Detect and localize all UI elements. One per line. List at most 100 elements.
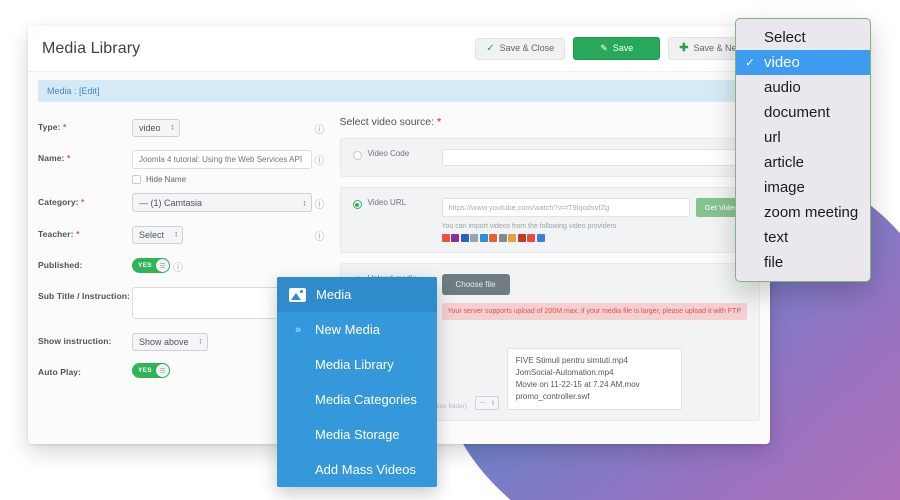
help-icon-name[interactable]: ⓘ: [312, 149, 328, 167]
menu-item-label: New Media: [315, 322, 381, 337]
provider-icon-youtube: [441, 234, 450, 242]
type-select-wrap: video: [132, 118, 180, 137]
dropdown-option-select[interactable]: Select: [736, 25, 870, 50]
form-row-name: Name: * Hide Name ⓘ: [38, 149, 328, 184]
pencil-square-icon: ✎: [600, 43, 608, 53]
category-label: Category: *: [38, 197, 85, 207]
menu-item-label: Media Categories: [315, 392, 417, 407]
required-mark: *: [76, 229, 80, 239]
dropdown-option-file[interactable]: file: [736, 250, 870, 275]
dropdown-option-audio[interactable]: audio: [736, 75, 870, 100]
menu-item-media-storage[interactable]: Media Storage: [277, 417, 437, 452]
show-instruction-label: Show instruction:: [38, 336, 112, 346]
menu-item-add-mass-videos[interactable]: Add Mass Videos: [277, 452, 437, 487]
video-url-input[interactable]: [441, 198, 690, 217]
dropdown-option-url[interactable]: url: [736, 125, 870, 150]
hide-name-label: Hide Name: [146, 175, 187, 184]
dropdown-option-zoom-meeting[interactable]: zoom meeting: [736, 200, 870, 225]
dropdown-option-document[interactable]: document: [736, 100, 870, 125]
required-mark: *: [63, 122, 67, 132]
help-icon-type[interactable]: ⓘ: [312, 118, 328, 136]
toggle-knob: [156, 364, 169, 377]
name-label: Name: *: [38, 153, 71, 163]
dropdown-option-image[interactable]: image: [736, 175, 870, 200]
help-icon-category[interactable]: ⓘ: [312, 193, 328, 211]
name-input[interactable]: [132, 150, 312, 169]
published-toggle[interactable]: YES: [132, 257, 170, 273]
check-icon: ✓: [486, 42, 495, 54]
hide-name-checkbox-row[interactable]: Hide Name: [132, 175, 312, 184]
media-flyout-menu: Media New Media Media Library Media Cate…: [277, 277, 437, 487]
type-select-dropdown: Select video audio document url article …: [735, 18, 871, 282]
list-item[interactable]: Movie on 11-22-15 at 7.24 AM.mov: [516, 379, 673, 391]
provider-icon-10: [527, 234, 535, 242]
auto-play-toggle-text: YES: [138, 367, 152, 374]
provider-icon-2: [451, 234, 459, 242]
teacher-label: Teacher: *: [38, 229, 80, 239]
published-toggle-text: YES: [138, 261, 152, 269]
provider-icon-7: [498, 234, 507, 242]
providers-hint: You can import videos from the following…: [441, 223, 617, 230]
list-item[interactable]: FIVE Stimuli pentru simtuti.mp4: [516, 355, 673, 367]
auto-play-toggle[interactable]: YES: [132, 363, 170, 378]
list-item[interactable]: JomSocial-Automation.mp4: [516, 367, 673, 379]
video-url-panel: Video URL Get Video You can import video…: [339, 187, 760, 253]
local-folder-select[interactable]: ...: [474, 396, 499, 411]
video-url-label: Video URL: [367, 198, 407, 207]
required-mark: *: [66, 153, 71, 163]
video-provider-icons: [441, 234, 748, 242]
list-item[interactable]: promo_controller.swf: [516, 391, 673, 403]
show-instruction-select[interactable]: Show above: [132, 333, 208, 351]
provider-icon-11: [536, 234, 545, 242]
teacher-select[interactable]: Select: [132, 226, 184, 244]
dropdown-option-text[interactable]: text: [736, 225, 870, 250]
upload-warning-message: Your server supports upload of 200M max,…: [441, 303, 747, 321]
provider-icon-8: [508, 234, 516, 242]
save-label: Save: [612, 43, 634, 53]
subtitle-label: Sub Title / Instruction:: [38, 291, 130, 301]
plus-icon: ✚: [679, 42, 689, 54]
checkbox-icon[interactable]: [132, 175, 141, 184]
menu-header[interactable]: Media: [277, 277, 437, 312]
menu-item-media-library[interactable]: Media Library: [277, 347, 437, 382]
menu-header-label: Media: [316, 287, 352, 302]
menu-item-media-categories[interactable]: Media Categories: [277, 382, 437, 417]
teacher-select-wrap: Select: [132, 225, 184, 244]
show-instruction-select-wrap: Show above: [132, 332, 208, 351]
help-icon-teacher[interactable]: ⓘ: [312, 225, 328, 243]
category-select[interactable]: — (1) Camtasia: [132, 193, 312, 212]
toggle-knob: [156, 258, 169, 272]
video-code-option[interactable]: Video Code: [352, 149, 747, 166]
breadcrumb[interactable]: Media : [Edit]: [38, 80, 760, 102]
dropdown-option-article[interactable]: article: [736, 150, 870, 175]
provider-icon-5: [479, 234, 488, 242]
select-video-source-title: Select video source: *: [339, 116, 442, 128]
save-and-close-button[interactable]: ✓ Save & Close: [475, 37, 566, 60]
window-header: Media Library ✓ Save & Close ✎ Save ✚ Sa…: [28, 26, 770, 72]
menu-item-label: Media Storage: [315, 427, 400, 442]
video-code-input[interactable]: [441, 149, 747, 166]
local-file-list[interactable]: FIVE Stimuli pentru simtuti.mp4 JomSocia…: [506, 348, 682, 411]
screenshot-stage: Media Library ✓ Save & Close ✎ Save ✚ Sa…: [0, 0, 900, 500]
image-icon: [289, 287, 306, 302]
form-row-category: Category: * — (1) Camtasia ⓘ: [38, 193, 328, 212]
menu-item-label: Add Mass Videos: [315, 462, 416, 477]
provider-icon-9: [517, 234, 526, 242]
choose-file-button[interactable]: Choose file: [441, 274, 510, 295]
type-select[interactable]: video: [132, 119, 180, 137]
form-row-type: Type: * video ⓘ: [38, 118, 328, 137]
dropdown-option-video[interactable]: video: [736, 50, 870, 75]
provider-icon-3: [460, 234, 469, 242]
required-mark: *: [81, 197, 85, 207]
type-label: Type: *: [38, 122, 67, 132]
help-icon-published[interactable]: ⓘ: [170, 256, 186, 274]
save-button[interactable]: ✎ Save: [573, 37, 661, 60]
category-select-wrap: — (1) Camtasia: [132, 193, 312, 212]
form-row-teacher: Teacher: * Select ⓘ: [38, 225, 328, 244]
radio-video-url[interactable]: [352, 200, 362, 209]
menu-item-new-media[interactable]: New Media: [277, 312, 437, 347]
save-and-close-label: Save & Close: [499, 43, 555, 53]
video-url-option[interactable]: Video URL Get Video You can import video…: [352, 198, 748, 242]
radio-video-code[interactable]: [352, 151, 362, 160]
toolbar: ✓ Save & Close ✎ Save ✚ Save & New: [475, 37, 756, 60]
